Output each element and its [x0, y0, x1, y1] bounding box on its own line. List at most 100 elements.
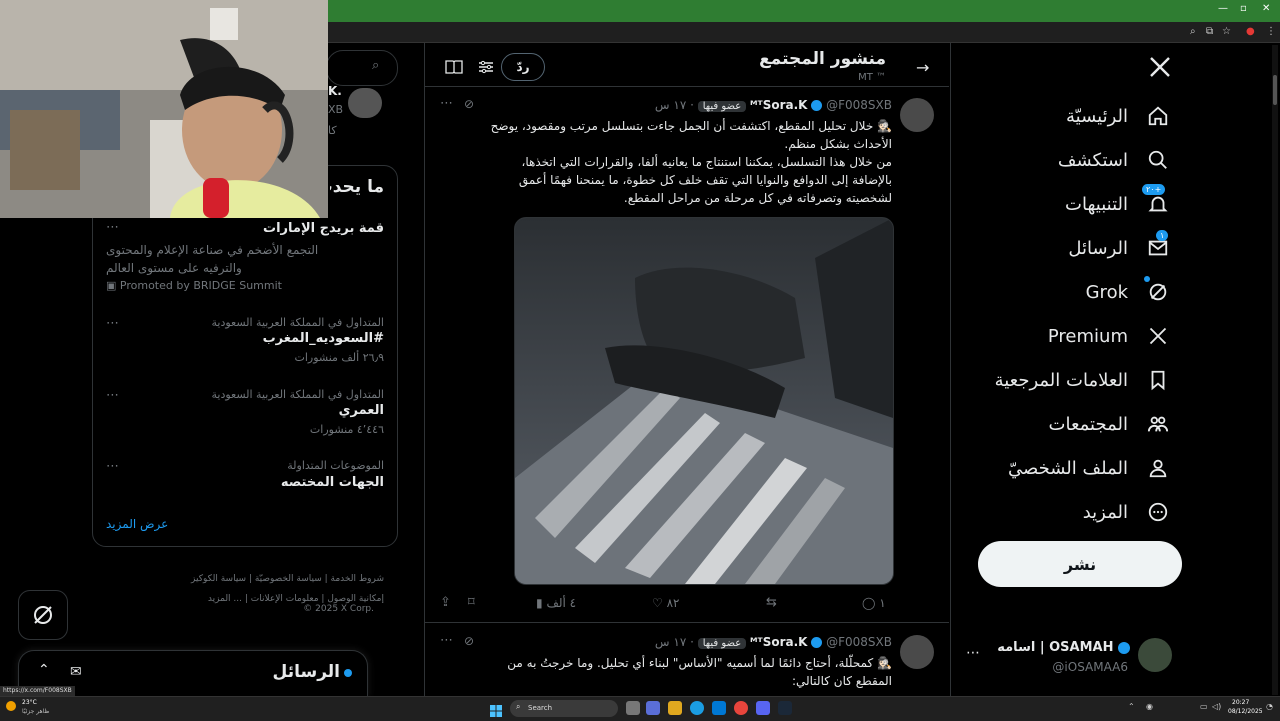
profile-icon: [1146, 456, 1170, 480]
nav-messages-label: الرسائل: [1068, 237, 1128, 259]
nav-premium[interactable]: Premium: [1048, 318, 1170, 354]
account-more-icon[interactable]: ⋯: [966, 645, 980, 661]
notification-bell-icon[interactable]: ◔: [1266, 702, 1273, 711]
nav-home[interactable]: الرئيسيّة: [1066, 98, 1170, 134]
promo-more-icon[interactable]: ⋯: [106, 220, 119, 235]
trend-more-icon[interactable]: ⋯: [106, 316, 119, 331]
footer-link[interactable]: ... المزيد: [208, 594, 242, 604]
restore-icon[interactable]: ▫: [1240, 3, 1247, 14]
footer-link[interactable]: سياسة الخصوصيّة: [255, 574, 322, 584]
mail-icon: ١: [1146, 230, 1170, 260]
grok-floating-button[interactable]: [18, 590, 68, 640]
new-message-icon[interactable]: ✉: [70, 664, 82, 680]
nav-messages[interactable]: ١ الرسائل: [1068, 230, 1170, 266]
install-icon[interactable]: ⧉: [1206, 26, 1213, 37]
peek-name: K.: [328, 84, 342, 98]
windows-start-icon[interactable]: [490, 702, 502, 717]
x-logo-icon[interactable]: [1148, 55, 1172, 79]
tweet-time[interactable]: ١٧ س: [655, 98, 686, 112]
nav-more[interactable]: المزيد: [1083, 494, 1170, 530]
trend-name[interactable]: #السعوديه_المغرب: [150, 331, 384, 346]
grok-analyze-icon[interactable]: ⊘: [464, 97, 474, 111]
account-avatar[interactable]: [1138, 638, 1172, 672]
nav-bookmarks[interactable]: العلامات المرجعية: [995, 362, 1170, 398]
tweet-avatar[interactable]: [900, 98, 934, 132]
reply-button[interactable]: ردّ: [501, 53, 545, 81]
nav-explore[interactable]: استكشف: [1058, 142, 1170, 178]
verified-icon: [811, 100, 823, 111]
sliders-icon[interactable]: [478, 59, 494, 78]
close-icon[interactable]: ✕: [1262, 3, 1270, 14]
page-title: منشور المجتمع: [759, 49, 886, 69]
scrollbar[interactable]: [1272, 45, 1278, 695]
promoted-by: ▣ Promoted by BRIDGE Summit: [106, 279, 282, 292]
grok-dot: [1144, 276, 1150, 282]
views-action[interactable]: ٤ ألف ▮: [536, 596, 576, 610]
tweet-author-handle[interactable]: @F008SXB: [826, 98, 892, 112]
tweet-author-handle[interactable]: @F008SXB: [826, 635, 892, 649]
peek-avatar[interactable]: [348, 88, 382, 118]
footer-link[interactable]: معلومات الإعلانات: [251, 594, 319, 604]
back-arrow-icon[interactable]: →: [916, 58, 929, 77]
promo-desc-line: التجمع الأضخم في صناعة الإعلام والمحتوى: [106, 243, 319, 257]
trend-name[interactable]: الجهات المختصه: [150, 475, 384, 490]
profile-icon[interactable]: ●: [1246, 26, 1255, 37]
scrollbar-thumb[interactable]: [1273, 75, 1277, 105]
chrome-icon[interactable]: [734, 701, 748, 715]
tweet-avatar[interactable]: [900, 635, 934, 669]
tweet-time[interactable]: ١٧ س: [655, 635, 686, 649]
trend-more-icon[interactable]: ⋯: [106, 459, 119, 474]
nav-communities[interactable]: المجتمعات: [1049, 406, 1170, 442]
tweet-line: المقطع كان كالتالي:: [791, 674, 892, 688]
footer-link[interactable]: شروط الخدمة: [331, 574, 384, 584]
copilot-icon[interactable]: [646, 701, 660, 715]
trend-more-icon[interactable]: ⋯: [106, 388, 119, 403]
minimize-icon[interactable]: —: [1218, 3, 1228, 14]
discord-icon[interactable]: [756, 701, 770, 715]
menu-icon[interactable]: ⋮: [1266, 26, 1276, 37]
header-divider: [425, 86, 949, 87]
tweet-more-icon[interactable]: ⋯: [440, 633, 453, 648]
tweet-author-name[interactable]: ᴹᵀSora.K: [750, 635, 807, 649]
tweet-image[interactable]: [514, 217, 894, 585]
tweet-line: 🕵🏻 خلال تحليل المقطع، اكتشفت أن الجمل جا…: [490, 119, 892, 133]
footer-link[interactable]: إمكانية الوصول: [327, 594, 384, 604]
share-icon[interactable]: ⇪: [440, 595, 451, 610]
search-input[interactable]: [326, 50, 398, 86]
nav-grok[interactable]: Grok: [1086, 274, 1170, 310]
volume-icon[interactable]: ◁): [1212, 702, 1221, 711]
show-more-link[interactable]: عرض المزيد: [106, 517, 168, 531]
tweet-divider: [425, 622, 949, 623]
weather-icon[interactable]: [6, 701, 16, 711]
tray-chevron-icon[interactable]: ⌃: [1128, 702, 1135, 711]
communities-icon: [1146, 412, 1170, 436]
nav-notifications[interactable]: ٢٠+ التنبيهات: [1065, 184, 1170, 222]
network-icon[interactable]: ▭: [1200, 702, 1208, 711]
file-explorer-icon[interactable]: [668, 701, 682, 715]
tweet-author-name[interactable]: ᴹᵀSora.K: [750, 98, 807, 112]
zoom-icon[interactable]: ⌕: [1190, 26, 1196, 37]
promo-title[interactable]: قمة بريدج الإمارات: [120, 221, 384, 236]
search-icon[interactable]: ⌕: [372, 58, 379, 73]
store-icon[interactable]: [712, 701, 726, 715]
bookmark-icon[interactable]: ⌑: [468, 595, 475, 610]
footer-link[interactable]: سياسة الكوكيز: [191, 574, 246, 584]
reply-action[interactable]: ◯ ١: [862, 596, 886, 610]
trend-name[interactable]: العمري: [150, 403, 384, 418]
star-icon[interactable]: ☆: [1222, 26, 1231, 37]
steam-icon[interactable]: [778, 701, 792, 715]
account-name: اسامه | OSAMAH: [990, 640, 1130, 655]
tray-app-icon[interactable]: ◉: [1146, 702, 1153, 711]
expand-icon[interactable]: ⌃: [38, 662, 50, 678]
like-action[interactable]: ♡ ٨٢: [652, 596, 679, 610]
edge-icon[interactable]: [690, 701, 704, 715]
taskbar-search[interactable]: ⌕ Search: [510, 700, 618, 717]
grok-analyze-icon[interactable]: ⊘: [464, 634, 474, 648]
taskbar-time: 20:27: [1232, 699, 1250, 706]
tweet-more-icon[interactable]: ⋯: [440, 96, 453, 111]
retweet-icon[interactable]: ⇆: [766, 595, 777, 610]
post-button[interactable]: نشر: [978, 541, 1182, 587]
nav-profile[interactable]: الملف الشخصيّ: [1008, 450, 1170, 486]
task-view-icon[interactable]: [626, 701, 640, 715]
reader-icon[interactable]: [445, 59, 463, 78]
